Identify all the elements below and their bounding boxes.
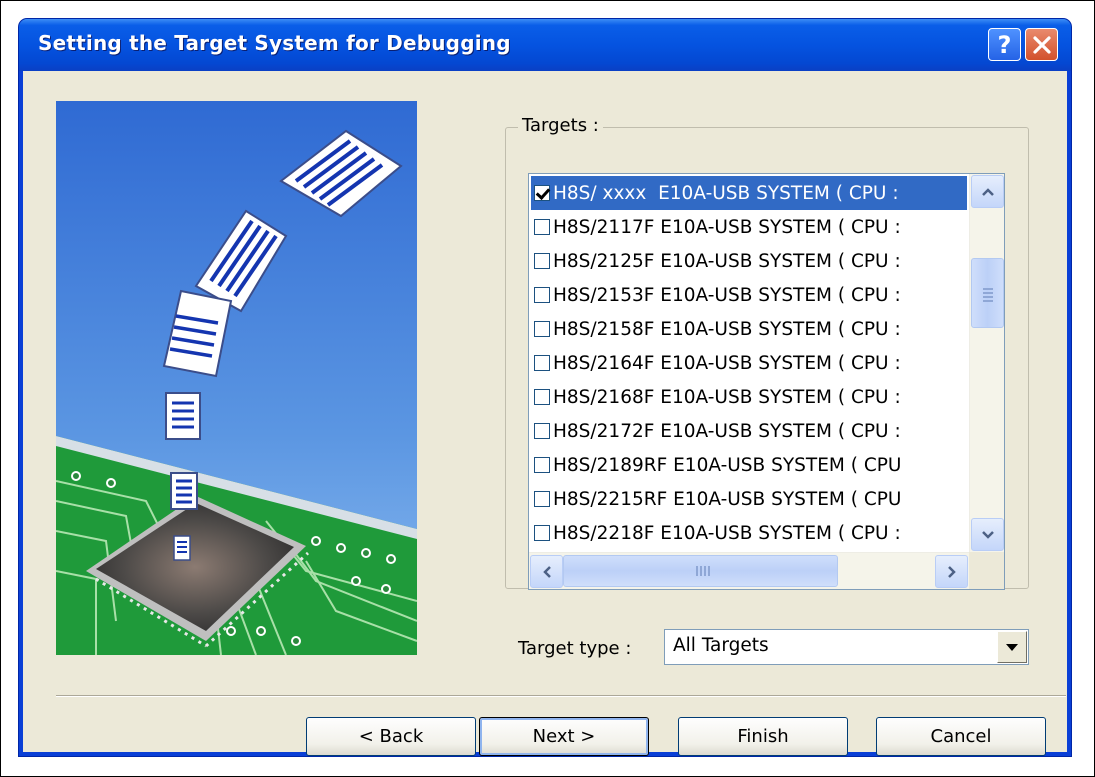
target-type-label: Target type : xyxy=(518,638,632,659)
targets-listbox[interactable]: H8S/ xxxx E10A-USB SYSTEM ( CPU : H8S/211… xyxy=(528,173,1005,590)
chevron-left-icon xyxy=(542,565,551,578)
target-label: H8S/2218F E10A-USB SYSTEM ( CPU : xyxy=(553,522,901,544)
target-label: H8S/2168F E10A-USB SYSTEM ( CPU : xyxy=(553,386,901,408)
target-list-item[interactable]: H8S/ xxxx E10A-USB SYSTEM ( CPU : xyxy=(531,176,967,210)
finish-button[interactable]: Finish xyxy=(678,717,848,756)
target-list-item[interactable]: H8S/2168F E10A-USB SYSTEM ( CPU : xyxy=(531,380,967,414)
targets-group-label: Targets : xyxy=(518,115,603,136)
target-list-item[interactable]: H8S/2125F E10A-USB SYSTEM ( CPU : xyxy=(531,244,967,278)
target-checkbox[interactable] xyxy=(534,219,550,235)
help-icon: ? xyxy=(997,30,1012,59)
vertical-scrollbar[interactable] xyxy=(969,174,1004,552)
scroll-left-button[interactable] xyxy=(530,555,563,588)
target-list-item[interactable]: H8S/2153F E10A-USB SYSTEM ( CPU : xyxy=(531,278,967,312)
target-checkbox[interactable] xyxy=(534,287,550,303)
chevron-down-icon xyxy=(981,530,994,539)
vertical-scroll-thumb[interactable] xyxy=(971,258,1004,328)
dropdown-arrow-icon xyxy=(1006,643,1018,651)
target-label: H8S/2172F E10A-USB SYSTEM ( CPU : xyxy=(553,420,901,442)
target-type-value: All Targets xyxy=(673,635,769,656)
wizard-illustration xyxy=(56,101,417,655)
chevron-right-icon xyxy=(947,565,956,578)
close-button[interactable] xyxy=(1025,28,1058,61)
window-title: Setting the Target System for Debugging xyxy=(38,31,511,55)
target-checkbox[interactable] xyxy=(534,423,550,439)
target-label: H8S/2117F E10A-USB SYSTEM ( CPU : xyxy=(553,216,901,238)
title-bar[interactable]: Setting the Target System for Debugging … xyxy=(19,19,1071,71)
target-label: H8S/2189RF E10A-USB SYSTEM ( CPU xyxy=(553,454,902,476)
target-type-combobox[interactable]: All Targets xyxy=(664,629,1029,665)
target-checkbox[interactable] xyxy=(534,525,550,541)
scroll-right-button[interactable] xyxy=(935,555,968,588)
horizontal-scrollbar[interactable] xyxy=(529,552,969,589)
target-list-item[interactable]: H8S/2158F E10A-USB SYSTEM ( CPU : xyxy=(531,312,967,346)
help-button[interactable]: ? xyxy=(988,28,1021,61)
target-list-item[interactable]: H8S/2172F E10A-USB SYSTEM ( CPU : xyxy=(531,414,967,448)
cancel-button[interactable]: Cancel xyxy=(876,717,1046,756)
targets-rows: H8S/ xxxx E10A-USB SYSTEM ( CPU : H8S/211… xyxy=(529,174,969,552)
target-label: H8S/2125F E10A-USB SYSTEM ( CPU : xyxy=(553,250,901,272)
target-checkbox[interactable] xyxy=(534,491,550,507)
target-label: H8S/2153F E10A-USB SYSTEM ( CPU : xyxy=(553,284,901,306)
target-checkbox[interactable] xyxy=(534,185,550,201)
target-checkbox[interactable] xyxy=(534,355,550,371)
horizontal-scroll-thumb[interactable] xyxy=(563,555,838,587)
close-icon xyxy=(1032,35,1051,54)
target-label: H8S/2158F E10A-USB SYSTEM ( CPU : xyxy=(553,318,901,340)
back-button[interactable]: < Back xyxy=(306,717,476,756)
target-label: H8S/ xxxx E10A-USB SYSTEM ( CPU : xyxy=(553,182,899,204)
dialog-client-area: Targets : H8S/ xxxx E10A-USB SYSTEM ( CP… xyxy=(23,71,1067,756)
target-checkbox[interactable] xyxy=(534,457,550,473)
scrollbar-corner xyxy=(969,552,1004,589)
target-checkbox[interactable] xyxy=(534,389,550,405)
wizard-dialog: Setting the Target System for Debugging … xyxy=(19,19,1071,756)
next-button[interactable]: Next > xyxy=(479,717,649,756)
scroll-up-button[interactable] xyxy=(971,175,1004,208)
scroll-down-button[interactable] xyxy=(971,518,1004,551)
target-checkbox[interactable] xyxy=(534,321,550,337)
target-checkbox[interactable] xyxy=(534,253,550,269)
chevron-up-icon xyxy=(981,187,994,196)
target-list-item[interactable]: H8S/2117F E10A-USB SYSTEM ( CPU : xyxy=(531,210,967,244)
target-list-item[interactable]: H8S/2218F E10A-USB SYSTEM ( CPU : xyxy=(531,516,967,550)
target-label: H8S/2215RF E10A-USB SYSTEM ( CPU xyxy=(553,488,902,510)
button-separator xyxy=(56,695,1066,697)
target-label: H8S/2164F E10A-USB SYSTEM ( CPU : xyxy=(553,352,901,374)
target-list-item[interactable]: H8S/2189RF E10A-USB SYSTEM ( CPU xyxy=(531,448,967,482)
target-list-item[interactable]: H8S/2215RF E10A-USB SYSTEM ( CPU xyxy=(531,482,967,516)
target-type-dropdown-button[interactable] xyxy=(997,631,1027,663)
target-list-item[interactable]: H8S/2164F E10A-USB SYSTEM ( CPU : xyxy=(531,346,967,380)
